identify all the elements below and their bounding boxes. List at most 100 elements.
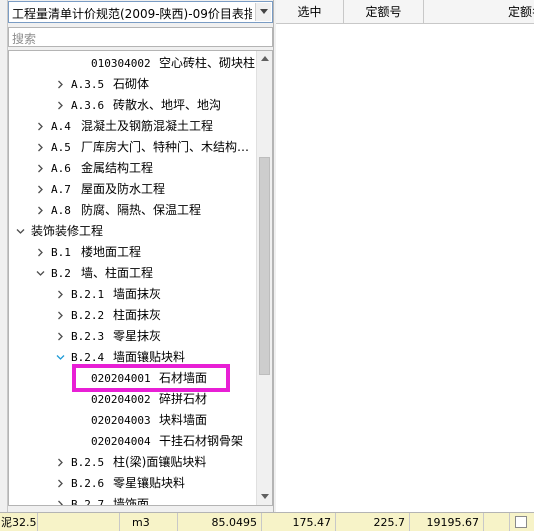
tree-row-label: 墙面抹灰 <box>113 287 162 301</box>
chevron-right-icon[interactable] <box>55 326 67 347</box>
chevron-right-icon[interactable] <box>55 95 67 116</box>
combo-dropdown-button[interactable] <box>255 3 271 21</box>
tree-row-code: B.1 <box>51 246 71 259</box>
price-cell[interactable]: 175.47 <box>262 513 336 531</box>
bottom-summary-row: 泥32.5 m3 85.0495 175.47 225.7 19195.67 <box>0 512 534 531</box>
tree-row[interactable]: B.2.3 零星抹灰 <box>9 326 257 347</box>
quota-grid: 选中 定额号 定额名 <box>276 0 534 512</box>
chevron-right-icon[interactable] <box>55 473 67 494</box>
chevron-right-icon[interactable] <box>35 200 47 221</box>
tree-row-code: 020204002 <box>91 393 151 406</box>
tree-row-label: 砖散水、地坪、地沟 <box>113 98 222 112</box>
left-panel: 工程量清单计价规范(2009-陕西)-09价目表指引 搜索 010304002 空… <box>8 0 273 512</box>
arrow-up-icon <box>261 56 269 61</box>
tree-row-label: 零星抹灰 <box>113 329 162 343</box>
tree-row[interactable]: A.4 混凝土及钢筋混凝土工程 <box>9 116 257 137</box>
tree-row[interactable]: A.6 金属结构工程 <box>9 158 257 179</box>
highlight-box <box>72 364 230 392</box>
tree-row-code: B.2.2 <box>71 309 105 322</box>
row-checkbox[interactable] <box>515 516 527 528</box>
tree-row-label: 装饰装修工程 <box>31 224 104 238</box>
tree-row-label: 石砌体 <box>113 77 150 91</box>
chevron-right-icon[interactable] <box>55 494 67 505</box>
tree-row[interactable]: 020204004 干挂石材钢骨架 <box>9 431 257 452</box>
tree-row[interactable]: 010304002 空心砖柱、砌块柱 <box>9 53 257 74</box>
chevron-right-icon[interactable] <box>35 242 47 263</box>
material-name-cell[interactable]: 泥32.5 <box>0 513 38 531</box>
spec-combo-box[interactable]: 工程量清单计价规范(2009-陕西)-09价目表指引 <box>8 1 273 23</box>
unit-cell[interactable]: m3 <box>120 513 178 531</box>
column-header-quota-name-label: 定额名 <box>508 5 534 19</box>
tree-row-label: 墙、柱面工程 <box>81 266 154 280</box>
tree-row-code: A.3.6 <box>71 99 105 112</box>
tree-row-label: 块料墙面 <box>159 413 208 427</box>
tree-row-label: 零星镶贴块料 <box>113 476 186 490</box>
blank-cell-1[interactable] <box>38 513 120 531</box>
tree-row-label: 防腐、隔热、保温工程 <box>81 203 202 217</box>
tree-vertical-scrollbar[interactable] <box>256 51 272 505</box>
market-price-cell[interactable]: 225.7 <box>336 513 410 531</box>
chevron-right-icon[interactable] <box>35 179 47 200</box>
scroll-up-button[interactable] <box>257 51 272 67</box>
chevron-right-icon[interactable] <box>35 137 47 158</box>
tree-row-label: 屋面及防水工程 <box>81 182 166 196</box>
tree-row-code: A.4 <box>51 120 71 133</box>
tree-row-code: A.3.5 <box>71 78 105 91</box>
tree-row-label: 混凝土及钢筋混凝土工程 <box>81 119 214 133</box>
tree-row[interactable]: A.7 屋面及防水工程 <box>9 179 257 200</box>
chevron-down-icon[interactable] <box>35 263 47 284</box>
tree-row-code: B.2.6 <box>71 477 105 490</box>
blank-cell-2[interactable] <box>484 513 510 531</box>
search-input[interactable]: 搜索 <box>8 27 273 47</box>
chevron-down-icon[interactable] <box>15 221 27 242</box>
tree-row[interactable]: B.2.7 墙饰面 <box>9 494 257 506</box>
tree-row-label: 墙饰面 <box>113 497 150 506</box>
tree-row[interactable]: 装饰装修工程 <box>9 221 257 242</box>
tree-row[interactable]: B.2.1 墙面抹灰 <box>9 284 257 305</box>
spec-combo-text: 工程量清单计价规范(2009-陕西)-09价目表指引 <box>12 7 252 21</box>
tree-row-code: B.2.1 <box>71 288 105 301</box>
tree-row-label: 金属结构工程 <box>81 161 154 175</box>
tree-row[interactable]: B.2.2 柱面抹灰 <box>9 305 257 326</box>
tree-row-label: 干挂石材钢骨架 <box>159 434 244 448</box>
quantity-cell[interactable]: 85.0495 <box>178 513 262 531</box>
tree-row-code: A.7 <box>51 183 71 196</box>
chevron-right-icon[interactable] <box>55 305 67 326</box>
tree-row-code: 020204003 <box>91 414 151 427</box>
tree-row[interactable]: A.8 防腐、隔热、保温工程 <box>9 200 257 221</box>
quota-tree: 010304002 空心砖柱、砌块柱 A.3.5 石砌体 A.3.6 砖散水、地坪、地沟 A… <box>8 50 273 506</box>
tree-row-code: B.2.7 <box>71 498 105 506</box>
tree-row[interactable]: A.3.5 石砌体 <box>9 74 257 95</box>
tree-row[interactable]: B.1 楼地面工程 <box>9 242 257 263</box>
tree-row[interactable]: A.5 厂库房大门、特种门、木结构… <box>9 137 257 158</box>
tree-row[interactable]: A.3.6 砖散水、地坪、地沟 <box>9 95 257 116</box>
chevron-down-icon[interactable] <box>55 347 67 368</box>
tree-row[interactable]: B.2.5 柱(梁)面镶贴块料 <box>9 452 257 473</box>
chevron-right-icon[interactable] <box>35 158 47 179</box>
grid-header: 选中 定额号 定额名 <box>276 0 534 24</box>
tree-row-code: A.8 <box>51 204 71 217</box>
chevron-right-icon[interactable] <box>35 116 47 137</box>
tree-row-code: B.2 <box>51 267 71 280</box>
chevron-right-icon[interactable] <box>55 452 67 473</box>
chevron-down-icon <box>260 9 268 14</box>
column-header-quota-name[interactable]: 定额名 <box>424 0 534 24</box>
tree-row-label: 柱面抹灰 <box>113 308 162 322</box>
tree-row-code: A.6 <box>51 162 71 175</box>
tree-row-code: 020204004 <box>91 435 151 448</box>
total-cell[interactable]: 19195.67 <box>410 513 484 531</box>
tree-row[interactable]: 020204002 碎拼石材 <box>9 389 257 410</box>
tree-row[interactable]: B.2.6 零星镶贴块料 <box>9 473 257 494</box>
tree-row[interactable]: 020204003 块料墙面 <box>9 410 257 431</box>
scrollbar-thumb[interactable] <box>259 157 270 375</box>
chevron-right-icon[interactable] <box>55 74 67 95</box>
scroll-down-button[interactable] <box>257 489 272 505</box>
tree-row-label: 空心砖柱、砌块柱 <box>159 56 256 70</box>
column-header-selected[interactable]: 选中 <box>276 0 344 24</box>
column-header-quota-no[interactable]: 定额号 <box>344 0 424 24</box>
tree-row[interactable]: B.2 墙、柱面工程 <box>9 263 257 284</box>
tree-row-label: 楼地面工程 <box>81 245 142 259</box>
chevron-right-icon[interactable] <box>55 284 67 305</box>
tree-row-label: 碎拼石材 <box>159 392 208 406</box>
tree-row-code: B.2.5 <box>71 456 105 469</box>
